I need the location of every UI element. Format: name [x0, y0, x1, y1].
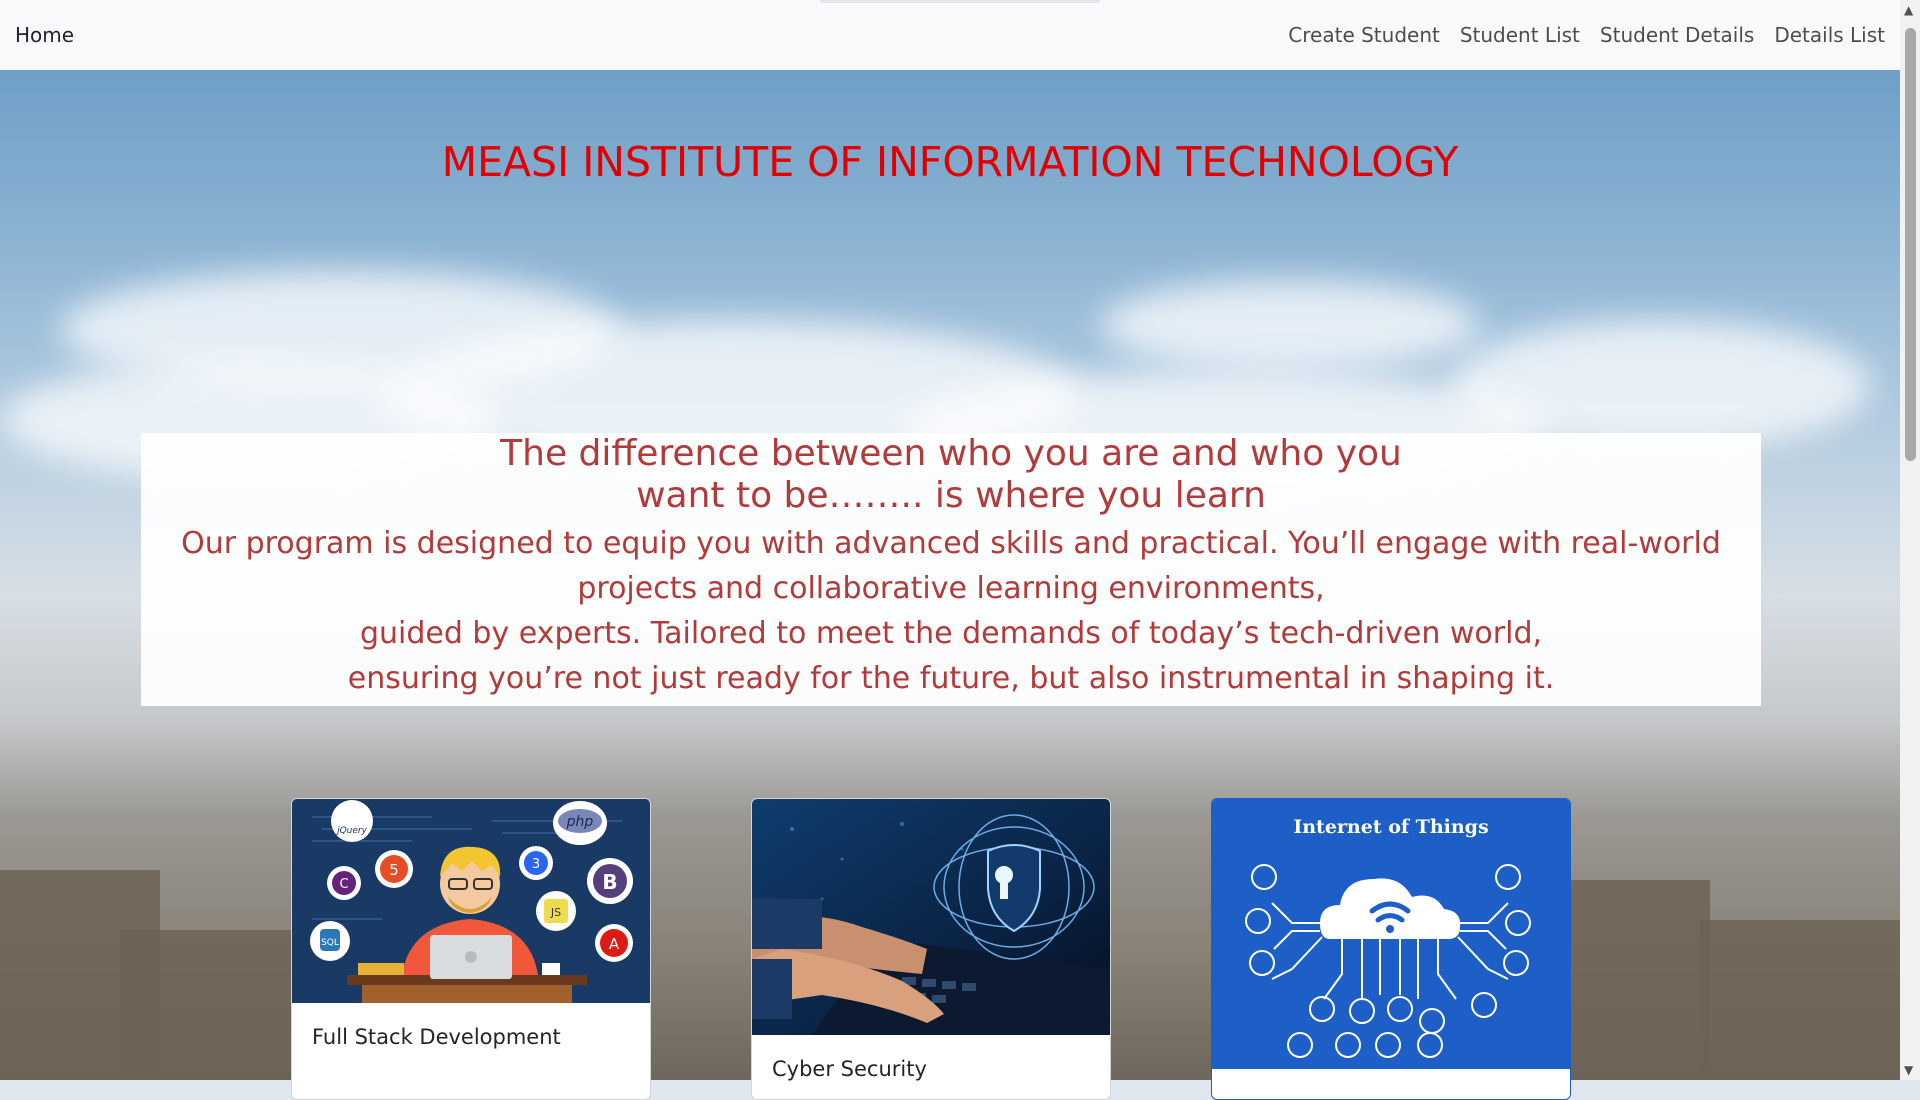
svg-text:JS: JS — [550, 906, 561, 919]
cloud-decoration — [1450, 320, 1870, 450]
description-line: ensuring you’re not just ready for the f… — [347, 661, 1555, 696]
hacker-shield-illustration — [752, 799, 1110, 1035]
svg-text:B: B — [602, 870, 617, 894]
quote-line: want to be…….. is where you learn — [636, 475, 1266, 516]
course-card-title: Full Stack Development — [312, 1025, 561, 1049]
building-silhouette — [1700, 920, 1900, 1080]
intro-panel: The difference between who you are and w… — [141, 433, 1761, 706]
nav-student-list-link[interactable]: Student List — [1460, 23, 1580, 47]
building-silhouette — [1570, 880, 1710, 1080]
iot-illustration: Internet of Things — [1212, 799, 1570, 1069]
nav-details-list-link[interactable]: Details List — [1774, 23, 1885, 47]
cyber-security-illustration — [752, 799, 1110, 1035]
svg-text:5: 5 — [389, 861, 399, 879]
quote-line: The difference between who you are and w… — [500, 433, 1402, 474]
nav-create-student-link[interactable]: Create Student — [1288, 23, 1440, 47]
scroll-down-arrow-icon[interactable]: ▼ — [1904, 1064, 1913, 1076]
iot-network-illustration: Internet of Things — [1212, 799, 1570, 1069]
scroll-up-arrow-icon[interactable]: ▲ — [1904, 4, 1913, 16]
hero-title: MEASI INSTITUTE OF INFORMATION TECHNOLOG… — [441, 138, 1459, 186]
svg-text:C: C — [339, 877, 348, 892]
svg-text:php: php — [566, 814, 594, 830]
course-card-iot[interactable]: Internet of Things — [1211, 798, 1571, 1100]
developer-illustration: jQuery php 5 3 C B JS SQL A — [292, 799, 650, 1003]
description-line: guided by experts. Tailored to meet the … — [359, 616, 1543, 651]
intro-quote: The difference between who you are and w… — [141, 433, 1761, 517]
course-card-title: Cyber Security — [772, 1057, 927, 1081]
nav-home-link[interactable]: Home — [15, 23, 74, 47]
full-stack-illustration: jQuery php 5 3 C B JS SQL A — [292, 799, 650, 1003]
cloud-decoration — [1100, 280, 1480, 370]
course-card-full-stack[interactable]: jQuery php 5 3 C B JS SQL A Full Stack D… — [291, 798, 651, 1100]
scrollbar-thumb[interactable] — [1905, 28, 1916, 461]
window-top-handle — [820, 0, 1100, 3]
svg-text:jQuery: jQuery — [335, 826, 368, 836]
nav-links: Create Student Student List Student Deta… — [1288, 23, 1885, 47]
iot-heading: Internet of Things — [1293, 816, 1488, 838]
description-line: Our program is designed to equip you wit… — [181, 526, 1721, 561]
description-line: projects and collaborative learning envi… — [577, 571, 1325, 606]
vertical-scrollbar[interactable]: ▲ ▼ — [1900, 0, 1920, 1080]
intro-description: Our program is designed to equip you wit… — [141, 521, 1761, 701]
svg-text:A: A — [609, 935, 620, 953]
building-silhouette — [120, 930, 300, 1080]
course-card-cyber-security[interactable]: Cyber Security — [751, 798, 1111, 1100]
nav-student-details-link[interactable]: Student Details — [1600, 23, 1754, 47]
navbar: Home Create Student Student List Student… — [0, 0, 1900, 70]
svg-text:SQL: SQL — [321, 938, 339, 948]
svg-text:3: 3 — [532, 857, 540, 872]
